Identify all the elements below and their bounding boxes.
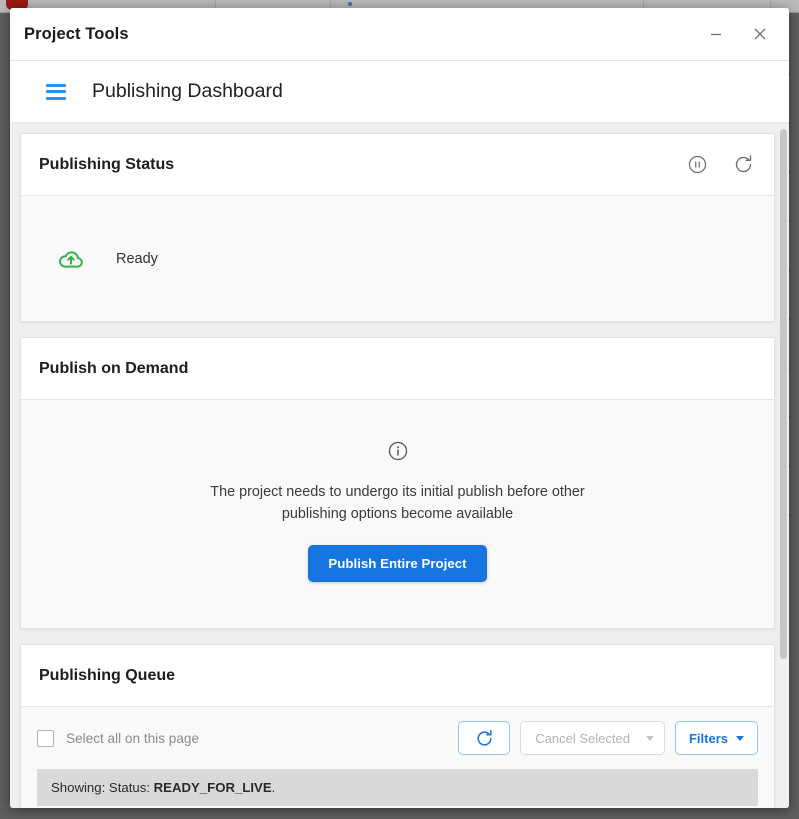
select-all-checkbox[interactable]: Select all on this page: [37, 729, 200, 747]
publishing-queue-title: Publishing Queue: [39, 666, 176, 684]
publishing-status-card: Publishing Status Ready: [20, 133, 775, 322]
showing-status-value: READY_FOR_LIVE: [153, 780, 272, 795]
publish-on-demand-card: Publish on Demand The project needs to u…: [20, 337, 775, 629]
publish-entire-project-button[interactable]: Publish Entire Project: [308, 545, 487, 582]
publish-on-demand-message: The project needs to undergo its initial…: [210, 484, 585, 522]
dashboard-scroll-area[interactable]: Publishing Status Ready Publish on Deman…: [10, 123, 789, 808]
publish-on-demand-header: Publish on Demand: [21, 338, 774, 400]
cloud-upload-icon: [57, 245, 85, 273]
publishing-status-title: Publishing Status: [39, 155, 175, 173]
publish-on-demand-title: Publish on Demand: [39, 359, 189, 377]
publishing-queue-body: Select all on this page Cancel Selected: [21, 707, 774, 808]
page-title: Publishing Dashboard: [92, 80, 283, 102]
publishing-queue-toolbar: Select all on this page Cancel Selected: [37, 721, 758, 755]
showing-filter-banner: Showing: Status: READY_FOR_LIVE.: [37, 769, 758, 806]
content-scrollbar[interactable]: [780, 127, 787, 804]
project-tools-window: Project Tools Publishing Dashboard Publi…: [10, 8, 789, 808]
hamburger-menu-icon[interactable]: [46, 83, 66, 100]
close-button[interactable]: [745, 19, 775, 49]
select-all-checkbox-box[interactable]: [37, 729, 54, 747]
showing-suffix: .: [271, 780, 276, 795]
showing-prefix: Showing: Status:: [51, 780, 154, 795]
refresh-queue-button[interactable]: [458, 721, 511, 755]
publishing-status-actions: [684, 152, 756, 178]
refresh-icon[interactable]: [730, 152, 756, 178]
window-title: Project Tools: [24, 24, 129, 43]
select-all-label: Select all on this page: [66, 730, 200, 746]
publishing-queue-actions: Cancel Selected Filters: [458, 721, 758, 755]
publishing-status-body: Ready: [21, 196, 774, 321]
filters-button[interactable]: Filters: [674, 721, 758, 755]
publishing-status-header: Publishing Status: [21, 134, 774, 196]
background-dot-icon: [348, 2, 352, 6]
pause-circle-icon[interactable]: [684, 152, 710, 178]
content-scrollbar-thumb[interactable]: [780, 129, 787, 659]
minimize-button[interactable]: [701, 19, 731, 49]
publish-on-demand-body: The project needs to undergo its initial…: [21, 400, 774, 628]
publishing-status-value: Ready: [116, 250, 158, 267]
cancel-selected-label: Cancel Selected: [535, 730, 630, 746]
publishing-queue-header: Publishing Queue: [21, 645, 774, 707]
caret-down-icon: [736, 735, 744, 741]
app-header: Publishing Dashboard: [10, 61, 789, 123]
cancel-selected-button[interactable]: Cancel Selected: [520, 721, 665, 755]
info-circle-icon: [387, 440, 409, 462]
publishing-queue-card: Publishing Queue Select all on this page: [20, 644, 775, 808]
window-controls: [701, 19, 775, 49]
chevron-down-icon[interactable]: [645, 735, 654, 741]
filters-label: Filters: [688, 730, 728, 746]
window-titlebar: Project Tools: [10, 8, 789, 61]
